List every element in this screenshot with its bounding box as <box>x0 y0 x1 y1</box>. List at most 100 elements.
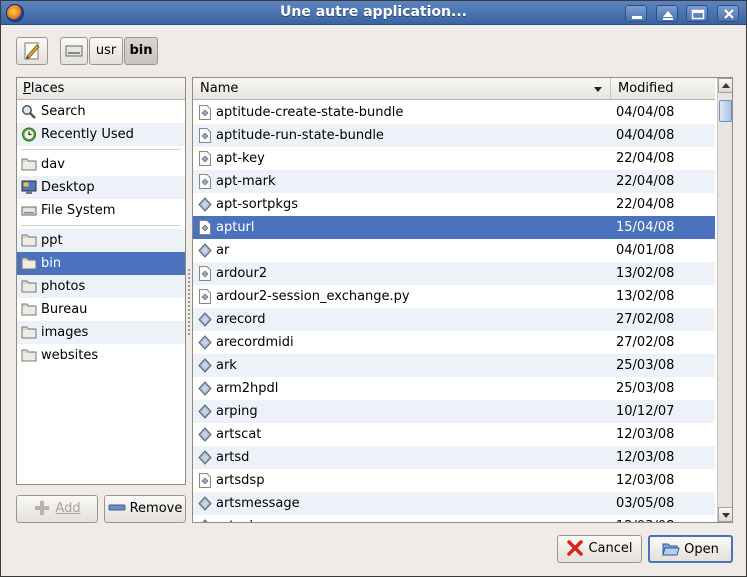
file-row[interactable]: arecord 27/02/08 <box>193 308 715 331</box>
remove-bookmark-button[interactable]: Remove <box>104 495 186 523</box>
place-item-label: Recently Used <box>41 127 134 142</box>
file-modified: 27/02/08 <box>616 335 675 350</box>
file-row[interactable]: apturl 15/04/08 <box>193 216 715 239</box>
column-header-modified[interactable]: Modified <box>612 78 715 100</box>
file-row[interactable]: artsplay 12/03/08 <box>193 515 715 522</box>
file-modified: 15/04/08 <box>616 220 675 235</box>
column-header-name[interactable]: Name <box>193 78 611 100</box>
file-row[interactable]: apt-key 22/04/08 <box>193 147 715 170</box>
file-row[interactable]: artscat 12/03/08 <box>193 423 715 446</box>
file-name: artsdsp <box>216 473 265 488</box>
place-item-dav[interactable]: dav <box>17 153 185 176</box>
pane-splitter[interactable] <box>187 267 191 337</box>
file-row[interactable]: arping 10/12/07 <box>193 400 715 423</box>
maximize-button[interactable] <box>686 5 708 22</box>
vertical-scrollbar[interactable] <box>717 78 732 522</box>
place-item-label: websites <box>41 348 99 363</box>
file-row[interactable]: aptitude-run-state-bundle 04/04/08 <box>193 124 715 147</box>
place-item-file-system[interactable]: File System <box>17 199 185 222</box>
title-bar[interactable]: Une autre application... <box>1 1 746 25</box>
file-modified: 12/03/08 <box>616 473 675 488</box>
place-item-label: bin <box>41 256 62 271</box>
path-button-bin[interactable]: bin <box>124 37 158 65</box>
remove-label: Remove <box>129 501 183 516</box>
place-item-label: Desktop <box>41 180 95 195</box>
file-row[interactable]: ark 25/03/08 <box>193 354 715 377</box>
file-row[interactable]: artsdsp 12/03/08 <box>193 469 715 492</box>
place-item-desktop[interactable]: Desktop <box>17 176 185 199</box>
file-row[interactable]: artsd 12/03/08 <box>193 446 715 469</box>
places-panel: Places Search Recently Used dav Desktop File… <box>16 77 186 485</box>
file-name: apt-mark <box>216 174 276 189</box>
file-row[interactable]: ardour2-session_exchange.py 13/02/08 <box>193 285 715 308</box>
file-row[interactable]: apt-sortpkgs 22/04/08 <box>193 193 715 216</box>
executable-icon <box>202 519 208 522</box>
place-item-images[interactable]: images <box>17 321 185 344</box>
scroll-thumb[interactable] <box>719 100 732 122</box>
place-item-label: Bureau <box>41 302 88 317</box>
place-item-recently-used[interactable]: Recently Used <box>17 123 185 146</box>
file-name: apt-sortpkgs <box>216 197 298 212</box>
file-row[interactable]: arecordmidi 27/02/08 <box>193 331 715 354</box>
executable-icon <box>198 312 212 327</box>
place-item-label: photos <box>41 279 86 294</box>
place-item-photos[interactable]: photos <box>17 275 185 298</box>
script-file-icon <box>199 128 211 143</box>
place-item-ppt[interactable]: ppt <box>17 229 185 252</box>
cancel-button[interactable]: Cancel <box>557 535 642 563</box>
add-bookmark-button[interactable]: Add <box>16 495 98 523</box>
file-modified: 13/02/08 <box>616 266 675 281</box>
file-modified: 13/02/08 <box>616 289 675 304</box>
file-row[interactable]: ardour2 13/02/08 <box>193 262 715 285</box>
places-separator <box>21 222 181 226</box>
executable-icon <box>198 496 212 511</box>
place-item-label: Search <box>41 104 86 119</box>
file-name: apturl <box>216 220 255 235</box>
place-item-bureau[interactable]: Bureau <box>17 298 185 321</box>
file-row[interactable]: aptitude-create-state-bundle 04/04/08 <box>193 101 715 124</box>
executable-icon <box>198 381 212 396</box>
script-file-icon <box>199 289 211 304</box>
file-modified: 04/04/08 <box>616 128 675 143</box>
close-button[interactable] <box>717 5 739 22</box>
drive-icon <box>65 45 83 57</box>
file-row[interactable]: apt-mark 22/04/08 <box>193 170 715 193</box>
places-header-label: laces <box>30 81 65 96</box>
file-row[interactable]: ar 04/01/08 <box>193 239 715 262</box>
file-name: arecordmidi <box>216 335 294 350</box>
shade-button[interactable] <box>656 5 678 22</box>
file-list-header: Name Modified <box>193 78 715 100</box>
place-item-bin[interactable]: bin <box>17 252 185 275</box>
place-item-search[interactable]: Search <box>17 100 185 123</box>
places-header[interactable]: Places <box>17 78 185 100</box>
open-button[interactable]: Open <box>648 535 733 563</box>
script-file-icon <box>199 151 211 166</box>
folder-icon <box>21 280 37 293</box>
scroll-up-button[interactable] <box>718 78 732 93</box>
minimize-button[interactable] <box>625 5 647 22</box>
file-row[interactable]: artsmessage 03/05/08 <box>193 492 715 515</box>
folder-icon <box>21 303 37 316</box>
places-header-mnemonic: P <box>23 81 31 96</box>
file-name: artsd <box>216 450 250 465</box>
column-modified-label: Modified <box>618 81 674 96</box>
file-row[interactable]: arm2hpdl 25/03/08 <box>193 377 715 400</box>
executable-icon <box>198 450 212 465</box>
place-item-websites[interactable]: websites <box>17 344 185 367</box>
file-name: ark <box>216 358 237 373</box>
file-chooser-dialog: Une autre application... usr bin Places … <box>0 0 747 577</box>
file-modified: 04/04/08 <box>616 105 675 120</box>
file-modified: 10/12/07 <box>616 404 675 419</box>
path-button-root[interactable] <box>60 37 88 65</box>
drive-icon <box>21 206 37 216</box>
script-file-icon <box>199 473 211 488</box>
minus-icon <box>108 504 126 510</box>
script-file-icon <box>199 105 211 120</box>
scroll-down-button[interactable] <box>718 507 732 522</box>
type-location-button[interactable] <box>16 37 48 65</box>
file-modified: 22/04/08 <box>616 174 675 189</box>
file-modified: 25/03/08 <box>616 381 675 396</box>
file-name: arecord <box>216 312 266 327</box>
add-label: Add <box>55 501 81 516</box>
path-button-usr[interactable]: usr <box>89 37 123 65</box>
